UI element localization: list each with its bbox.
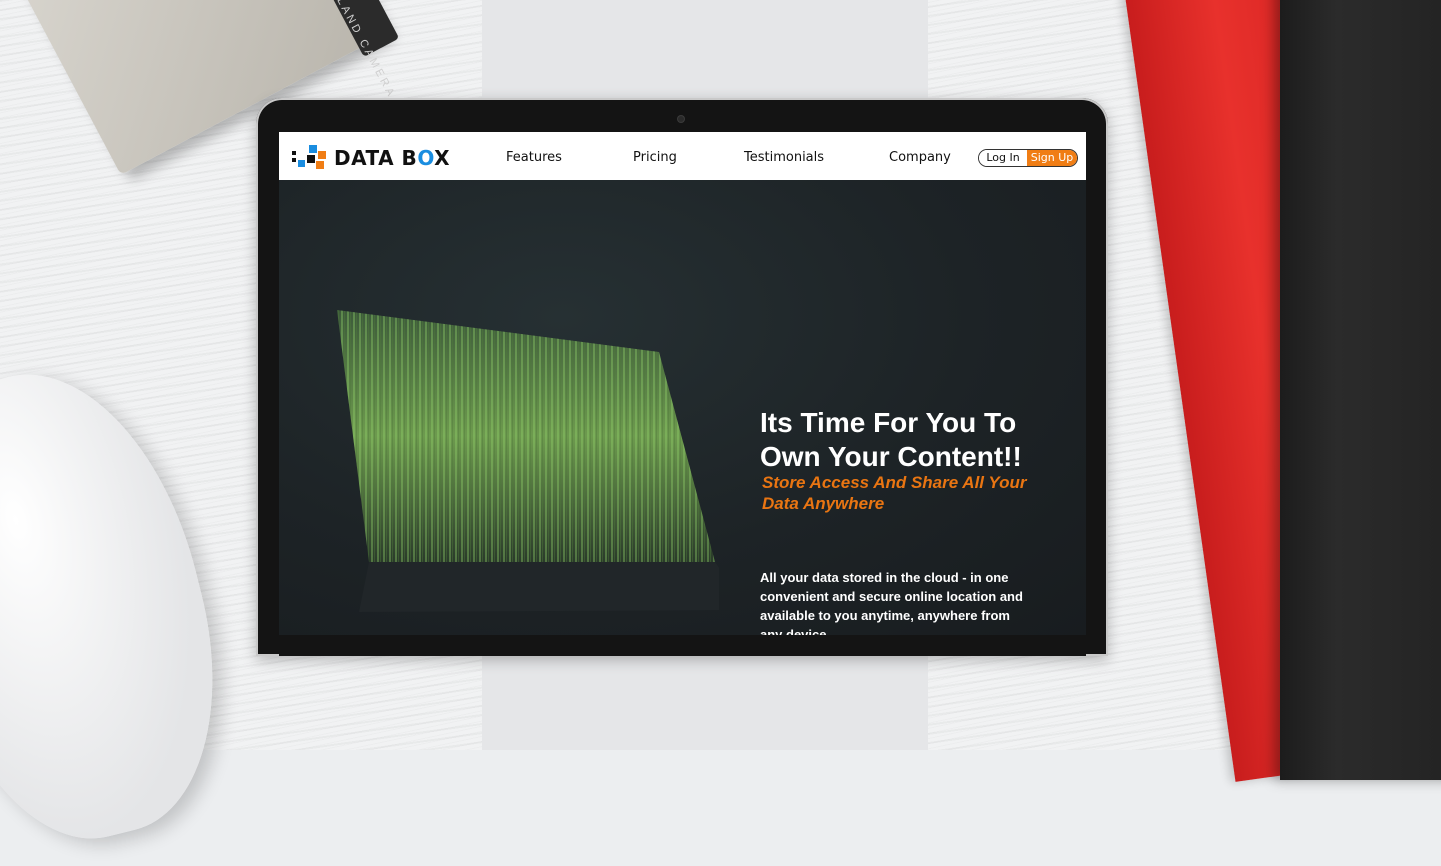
login-button[interactable]: Log In	[979, 150, 1027, 166]
nav-link-pricing[interactable]: Pricing	[633, 150, 677, 165]
brand-name: DATA BOX	[334, 146, 451, 170]
black-notebook-image	[1280, 0, 1441, 780]
brand-logo[interactable]: DATA BOX	[292, 144, 450, 172]
hero-subtitle: Store Access And Share All Your Data Any…	[762, 473, 1027, 513]
laptop-matrix-code-image	[337, 310, 719, 612]
laptop-frame: DATA BOX Features Pricing Testimonials C…	[256, 98, 1108, 656]
nav-link-company[interactable]: Company	[889, 150, 951, 165]
laptop-bezel-bottom	[279, 635, 1086, 656]
hero-title: Its Time For You To Own Your Content!!	[760, 407, 1022, 472]
signup-button[interactable]: Sign Up	[1027, 150, 1077, 166]
hero-section: Its Time For You To Own Your Content!! S…	[279, 180, 1086, 635]
website-screen: DATA BOX Features Pricing Testimonials C…	[279, 132, 1086, 635]
nav-link-features[interactable]: Features	[506, 150, 562, 165]
logo-icon	[292, 144, 328, 172]
webcam-dot	[678, 116, 684, 122]
auth-buttons: Log In Sign Up	[978, 149, 1078, 167]
nav-link-testimonials[interactable]: Testimonials	[744, 150, 824, 165]
hero-description: All your data stored in the cloud - in o…	[760, 570, 1023, 635]
navbar: DATA BOX Features Pricing Testimonials C…	[279, 132, 1086, 180]
